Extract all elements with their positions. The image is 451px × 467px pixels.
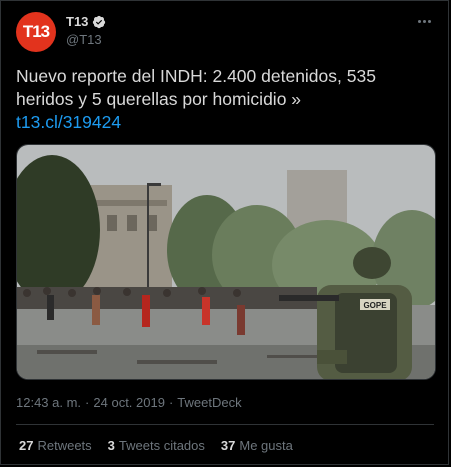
engagement-stats: 27 Retweets 3 Tweets citados 37 Me gusta xyxy=(19,438,293,453)
author-name-row[interactable]: T13 xyxy=(66,14,106,29)
verified-badge-icon xyxy=(93,15,106,28)
tweet-text: Nuevo reporte del INDH: 2.400 detenidos,… xyxy=(16,65,436,134)
display-name[interactable]: T13 xyxy=(66,14,88,29)
tweet-date[interactable]: 24 oct. 2019 xyxy=(93,395,165,410)
quotes-count: 3 xyxy=(107,438,115,453)
likes-stat[interactable]: 37 Me gusta xyxy=(221,438,293,453)
retweets-label: Retweets xyxy=(37,438,92,453)
avatar[interactable]: T13 xyxy=(16,12,56,52)
meta-separator: · xyxy=(168,395,174,410)
tweet-photo[interactable]: GOPE xyxy=(16,144,436,380)
more-dots-icon[interactable] xyxy=(414,13,434,29)
likes-label: Me gusta xyxy=(239,438,293,453)
handle[interactable]: @T13 xyxy=(66,32,102,47)
tweet-link[interactable]: t13.cl/319424 xyxy=(16,112,121,132)
quotes-stat[interactable]: 3 Tweets citados xyxy=(108,438,205,453)
dot xyxy=(417,19,421,23)
quotes-label: Tweets citados xyxy=(118,438,205,453)
tweet-timestamp[interactable]: 12:43 a. m. · 24 oct. 2019 · TweetDeck xyxy=(16,395,242,410)
retweets-count: 27 xyxy=(19,438,34,453)
tweet-source[interactable]: TweetDeck xyxy=(177,395,241,410)
protest-photo-illustration: GOPE xyxy=(17,145,435,379)
meta-separator: · xyxy=(85,395,90,410)
likes-count: 37 xyxy=(220,438,236,453)
dot xyxy=(427,19,431,23)
tweet-card[interactable]: T13 T13 @T13 Nuevo reporte del INDH: 2.4… xyxy=(0,0,449,465)
retweets-stat[interactable]: 27 Retweets xyxy=(19,438,92,453)
gope-patch-text: GOPE xyxy=(363,301,387,310)
tweet-body: Nuevo reporte del INDH: 2.400 detenidos,… xyxy=(16,66,376,109)
divider xyxy=(16,424,434,425)
dot xyxy=(422,19,426,23)
tweet-time[interactable]: 12:43 a. m. xyxy=(16,395,81,410)
avatar-logo-text: T13 xyxy=(22,22,50,41)
